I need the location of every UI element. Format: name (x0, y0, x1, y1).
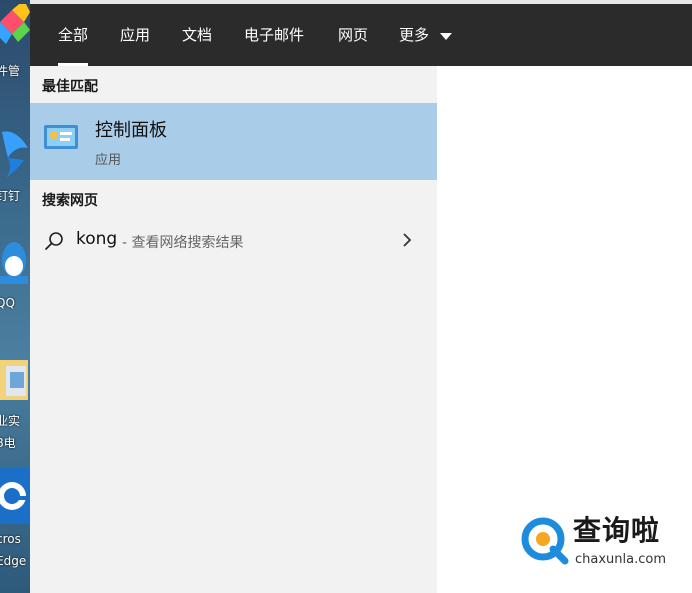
desktop-label-file: 件管 (0, 64, 21, 78)
tab-documents[interactable]: 文档 (182, 24, 212, 46)
watermark-logo-icon (519, 515, 569, 569)
tab-email[interactable]: 电子邮件 (244, 24, 304, 46)
results-list: 最佳匹配 控制面板 应用 搜索网页 kong - 查看网络搜索结果 (30, 66, 437, 593)
desktop-strip: 件管 钉钉 QQ 业实 8电 cros Edge (0, 0, 30, 593)
web-query: kong (76, 229, 118, 249)
file-manager-icon[interactable] (0, 0, 30, 64)
tab-more-label: 更多 (399, 26, 430, 44)
result-subtitle: 应用 (95, 153, 122, 168)
web-description: - 查看网络搜索结果 (122, 235, 244, 251)
control-panel-icon (44, 123, 78, 151)
desktop-label-dingtalk: 钉钉 (0, 189, 21, 203)
result-title: 控制面板 (95, 120, 167, 141)
qq-icon[interactable] (0, 236, 30, 292)
search-icon (44, 231, 64, 255)
desktop-label-edge: cros Edge (0, 532, 27, 568)
tab-apps[interactable]: 应用 (120, 24, 150, 46)
chevron-down-icon (439, 25, 452, 47)
chevron-right-icon[interactable] (402, 232, 412, 252)
top-strip (30, 0, 692, 4)
watermark-brand: 查询啦 (573, 514, 661, 547)
tab-web[interactable]: 网页 (338, 24, 368, 46)
watermark: 查询啦 chaxunla.com (513, 505, 681, 571)
folder-icon[interactable] (0, 352, 30, 408)
tab-more[interactable]: 更多 (399, 24, 452, 46)
search-web-heading: 搜索网页 (42, 193, 98, 209)
search-tabs-bar: 全部 应用 文档 电子邮件 网页 更多 (30, 0, 692, 66)
desktop-label-qq: QQ (0, 296, 15, 310)
tab-all[interactable]: 全部 (58, 24, 89, 66)
dingtalk-icon[interactable] (0, 124, 30, 180)
edge-icon[interactable] (0, 468, 30, 524)
desktop-label-folder: 业实 8电 (0, 414, 21, 450)
web-search-result[interactable]: kong - 查看网络搜索结果 (30, 224, 437, 256)
watermark-domain: chaxunla.com (575, 552, 666, 567)
result-control-panel[interactable]: 控制面板 应用 (30, 103, 437, 180)
best-match-heading: 最佳匹配 (42, 79, 98, 95)
